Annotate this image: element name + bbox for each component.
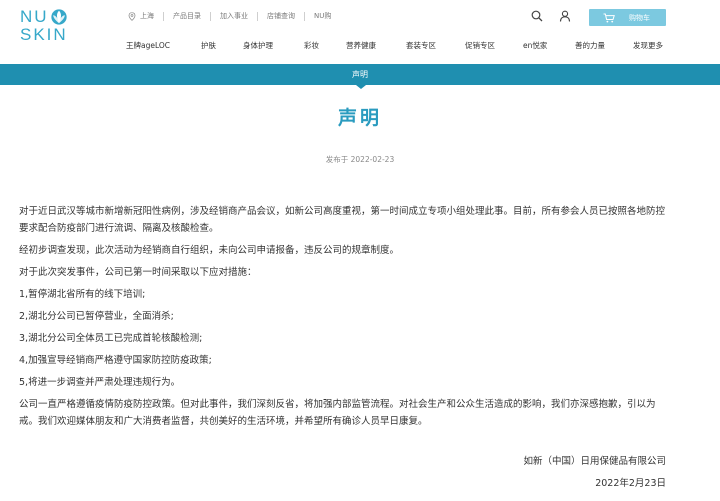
article-paragraph: 3,湖北分公司全体员工已完成首轮核酸检测; — [19, 333, 203, 344]
location-label: 上海 — [140, 12, 154, 20]
divider — [163, 11, 164, 21]
page-banner: 声明 — [0, 64, 720, 85]
nav-item-discover-more[interactable]: 发现更多 — [633, 40, 663, 51]
topnav-link-join-business[interactable]: 加入事业 — [220, 11, 248, 21]
article-paragraph: 1,暂停湖北省所有的线下培训; — [19, 289, 146, 300]
article-paragraph: 对于近日武汉等城市新增新冠阳性病例，涉及经销商产品会议，如新公司高度重视，第一时… — [19, 206, 666, 234]
publish-date: 发布于 2022-02-23 — [325, 155, 395, 164]
banner-pointer — [356, 85, 366, 89]
logo-text-bottom: SKIN — [20, 25, 68, 44]
page-title: 声明 — [337, 107, 382, 129]
divider — [304, 11, 305, 21]
nav-item-en-home[interactable]: en悦家 — [523, 40, 547, 51]
divider — [210, 11, 211, 21]
nav-item-makeup[interactable]: 彩妆 — [304, 40, 319, 51]
cart-label: 购物车 — [629, 13, 650, 22]
article-paragraph: 公司一直严格遵循疫情防疫防控政策。但对此事件，我们深刻反省，将加强内部监管流程。… — [19, 399, 656, 427]
nav-item-body-care[interactable]: 身体护理 — [243, 40, 273, 51]
nav-item-promotions[interactable]: 促销专区 — [465, 40, 495, 51]
shopping-cart-icon — [603, 13, 615, 22]
nav-item-bundles[interactable]: 套装专区 — [406, 40, 436, 51]
article-body: 对于近日武汉等城市新增新冠阳性病例，涉及经销商产品会议，如新公司高度重视，第一时… — [19, 203, 669, 435]
search-icon[interactable] — [531, 10, 543, 22]
top-utility-nav: 上海 产品目录 加入事业 店铺查询 NU购 — [128, 11, 331, 21]
article-paragraph: 5,将进一步调查并严肃处理违规行为。 — [19, 377, 181, 388]
signature-date: 2022年2月23日 — [595, 478, 666, 489]
nav-item-force-for-good[interactable]: 善的力量 — [575, 40, 605, 51]
flower-logo-icon — [50, 9, 67, 25]
signature-company: 如新（中国）日用保健品有限公司 — [523, 456, 666, 467]
user-account-icon[interactable] — [559, 10, 571, 22]
header-icons — [531, 10, 571, 22]
location-pin-icon — [128, 11, 136, 21]
cart-button[interactable]: 购物车 — [589, 9, 666, 26]
location-selector[interactable]: 上海 — [128, 11, 154, 21]
topnav-link-nu-shop[interactable]: NU购 — [314, 11, 331, 21]
article-paragraph: 4,加强宣导经销商严格遵守国家防控防疫政策; — [19, 355, 212, 366]
nav-item-ageloc[interactable]: 王牌ageLOC — [126, 40, 170, 51]
topnav-link-store-locator[interactable]: 店铺查询 — [267, 11, 295, 21]
logo-text-top: NU — [20, 7, 49, 26]
banner-label: 声明 — [352, 70, 368, 79]
article-paragraph: 经初步调查发现，此次活动为经销商自行组织，未向公司申请报备，违反公司的规章制度。 — [19, 245, 400, 256]
topnav-link-product-catalog[interactable]: 产品目录 — [173, 11, 201, 21]
nav-item-skincare[interactable]: 护肤 — [201, 40, 216, 51]
article-paragraph: 2,湖北分公司已暂停营业，全面消杀; — [19, 311, 174, 322]
divider — [257, 11, 258, 21]
article-paragraph: 对于此次突发事件，公司已第一时间采取以下应对措施： — [19, 267, 257, 278]
nav-item-nutrition[interactable]: 营养健康 — [346, 40, 376, 51]
nuskin-logo[interactable]: NU SKIN — [20, 8, 76, 48]
